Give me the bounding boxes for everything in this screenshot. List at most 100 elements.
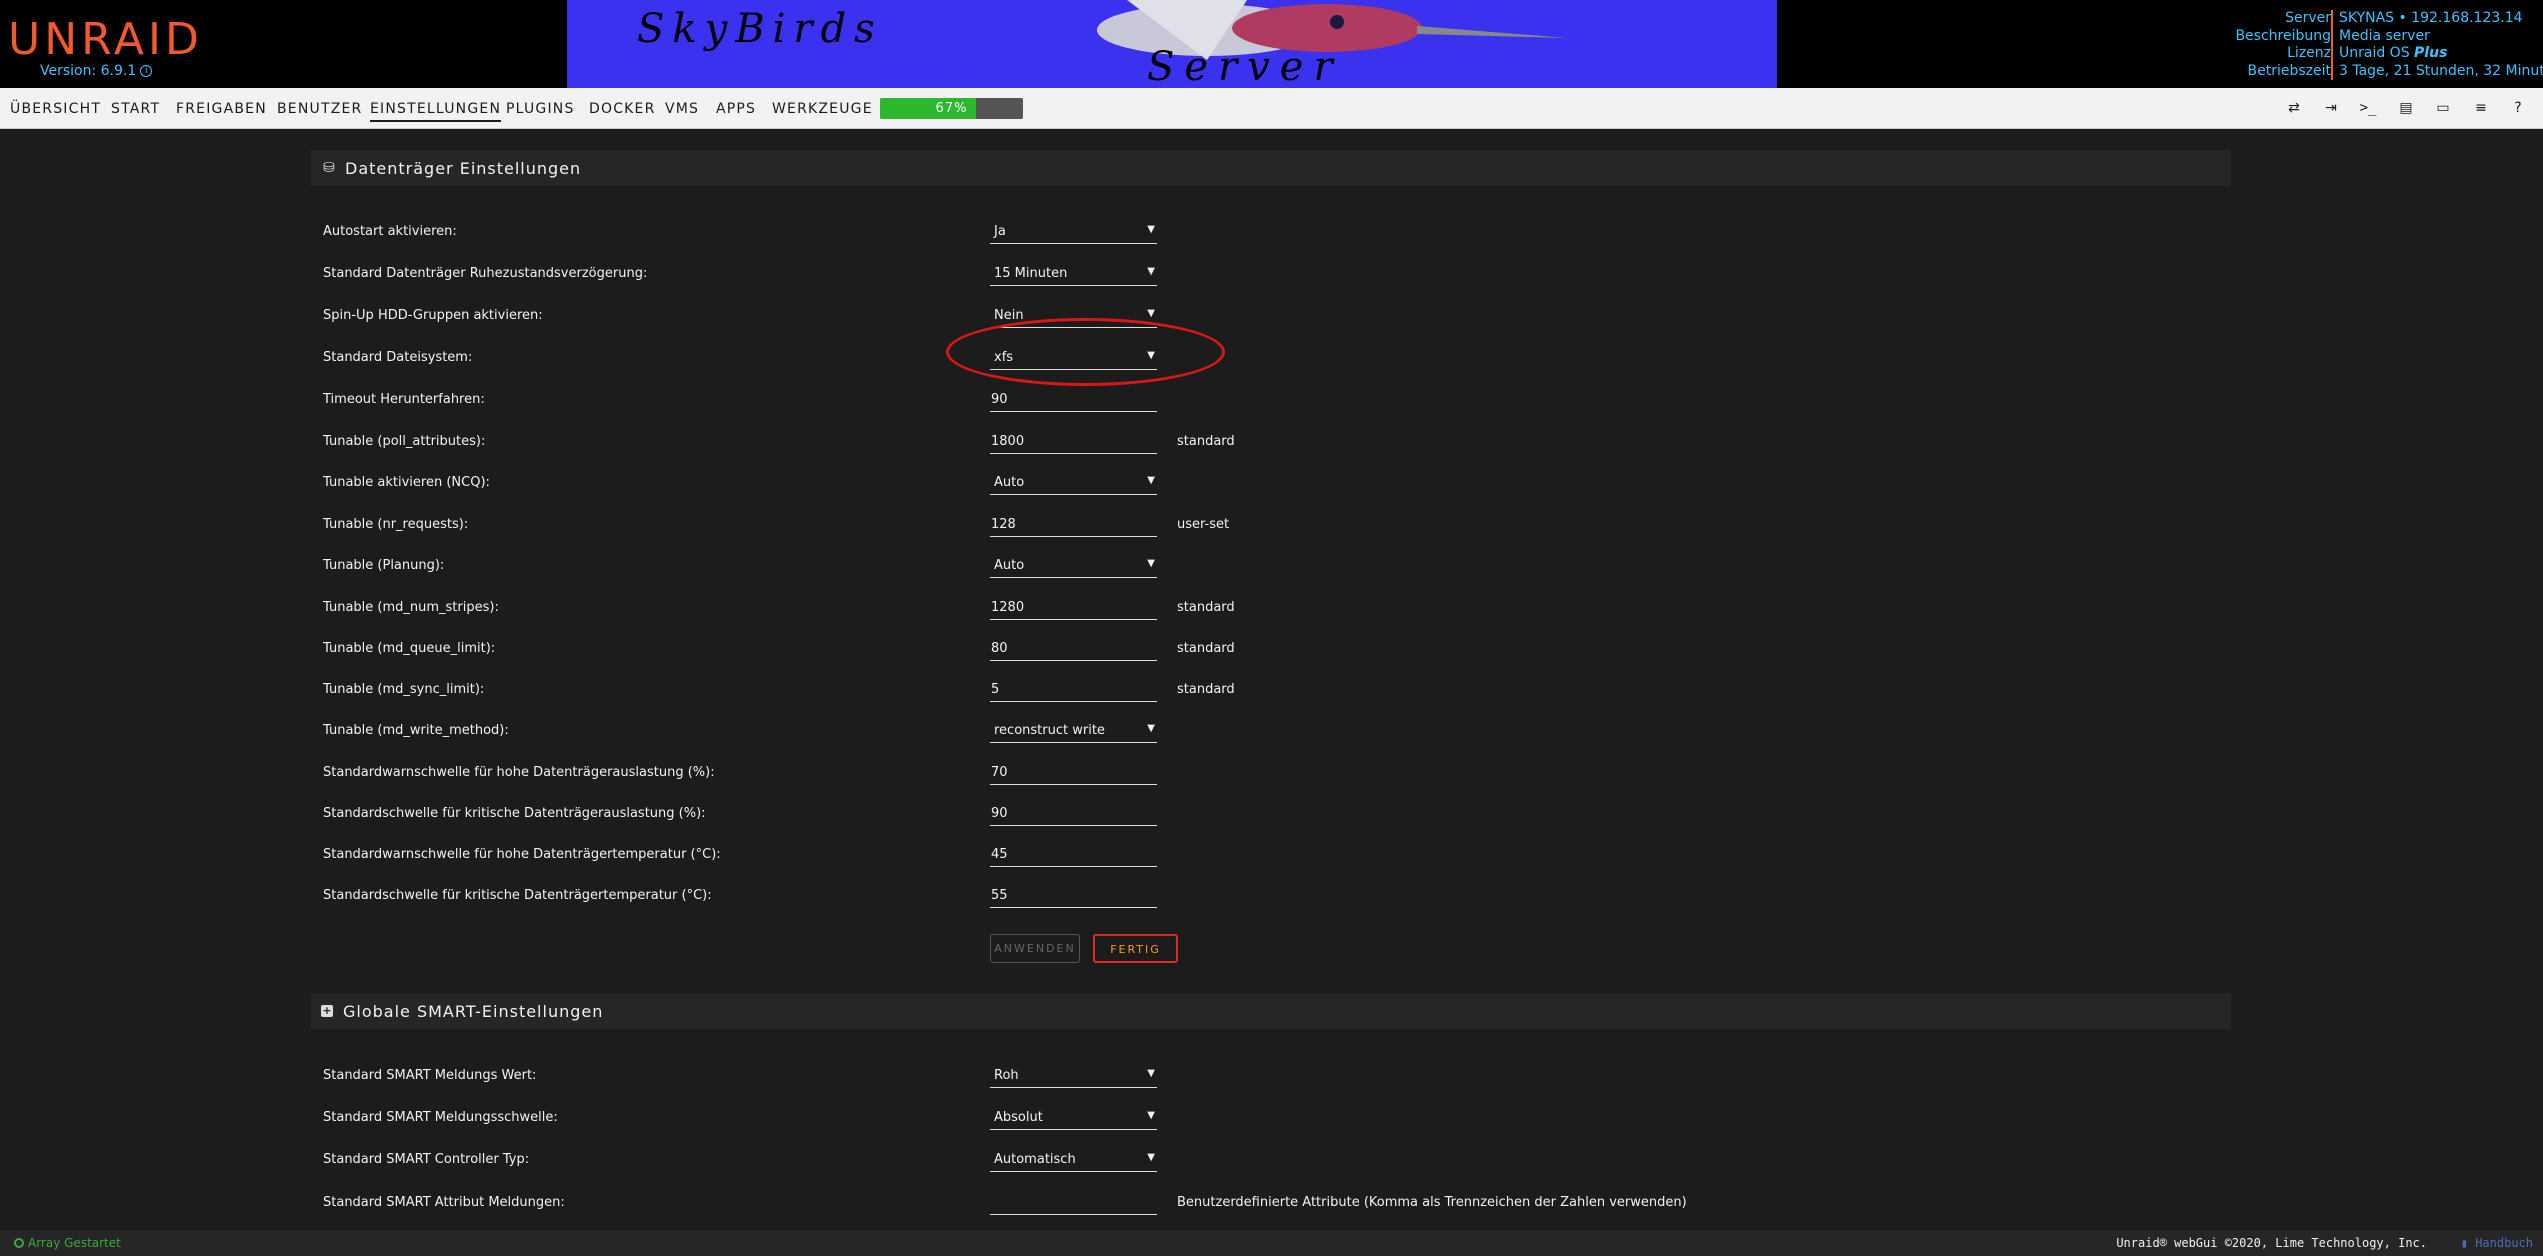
tab-vms[interactable]: VMS <box>665 101 699 117</box>
field-value: 1280 <box>991 600 1025 615</box>
tab-uebersicht[interactable]: ÜBERSICHT <box>10 101 101 117</box>
select-standard-smart-meldungsschwelle[interactable]: Absolut ▼ <box>990 1104 1157 1130</box>
select-standard-smart-controller-typ[interactable]: Automatisch ▼ <box>990 1146 1157 1172</box>
field-value: 1800 <box>991 434 1025 449</box>
field-value: Automatisch <box>994 1152 1076 1167</box>
dropdown-arrow-icon: ▼ <box>1147 350 1155 361</box>
dropdown-arrow-icon: ▼ <box>1147 1152 1155 1163</box>
array-status: Array Gestartet <box>14 1236 121 1250</box>
label-server: Server <box>2285 10 2331 26</box>
label-tunable-planung: Tunable (Planung): <box>323 558 445 573</box>
manual-label: Handbuch <box>2475 1236 2533 1250</box>
tab-freigaben[interactable]: FREIGABEN <box>176 101 267 117</box>
field-value: reconstruct write <box>994 723 1105 738</box>
input-timeout-herunterfahren[interactable]: 90 <box>990 386 1157 412</box>
note-tunable-md-num-stripes: standard <box>1177 600 1235 615</box>
plus-square-icon[interactable]: + <box>321 1005 333 1017</box>
done-button[interactable]: FERTIG <box>1093 934 1178 963</box>
label-tunable-poll-attributes: Tunable (poll_attributes): <box>323 434 486 449</box>
field-value: 70 <box>991 765 1008 780</box>
license-plan: Plus <box>2414 45 2448 61</box>
input-tunable-poll-attributes[interactable]: 1800 <box>990 428 1157 454</box>
tab-apps[interactable]: APPS <box>716 101 756 117</box>
field-value: 90 <box>991 806 1008 821</box>
input-tunable-nr-requests[interactable]: 128 <box>990 511 1157 537</box>
dropdown-arrow-icon: ▼ <box>1147 723 1155 734</box>
version-info[interactable]: Version: 6.9.1 i <box>40 63 153 79</box>
input-tunable-md-sync-limit[interactable]: 5 <box>990 676 1157 702</box>
hdd-icon: ⛁ <box>323 160 335 176</box>
logout-icon[interactable]: ⇥ <box>2321 98 2341 118</box>
note-tunable-md-queue-limit: standard <box>1177 641 1235 656</box>
banner-title-2: Server <box>1147 44 1343 88</box>
dropdown-arrow-icon: ▼ <box>1147 558 1155 569</box>
select-tunable-aktivieren-ncq[interactable]: Auto ▼ <box>990 469 1157 495</box>
tab-benutzer[interactable]: BENUTZER <box>277 101 363 117</box>
footer: Array Gestartet Unraid® webGui ©2020, Li… <box>0 1230 2543 1256</box>
field-value: 15 Minuten <box>994 266 1068 281</box>
license-prefix: Unraid OS <box>2339 45 2415 61</box>
server-description: Media server <box>2339 27 2430 44</box>
apply-button[interactable]: ANWENDEN <box>990 934 1080 963</box>
select-tunable-md-write-method[interactable]: reconstruct write ▼ <box>990 717 1157 743</box>
field-value: 55 <box>991 888 1008 903</box>
tab-docker[interactable]: DOCKER <box>589 101 656 117</box>
input-standardwarnschwelle-für-hohe-datenträge[interactable]: 70 <box>990 759 1157 785</box>
label-tunable-nr-requests: Tunable (nr_requests): <box>323 517 469 532</box>
input-standard-smart-attribut-meldungen[interactable] <box>990 1189 1157 1215</box>
terminal-icon[interactable]: >_ <box>2358 98 2378 118</box>
smart-settings-header[interactable]: + Globale SMART-Einstellungen <box>311 993 2231 1029</box>
cpu-load-label: 67% <box>935 101 968 116</box>
field-value: 45 <box>991 847 1008 862</box>
select-standard-datenträger-ruhezustandsverzöge[interactable]: 15 Minuten ▼ <box>990 260 1157 286</box>
license-info[interactable]: Unraid OS Plus <box>2339 45 2541 63</box>
label-standardwarnschwelle-für-hohe-datenträge: Standardwarnschwelle für hohe Datenträge… <box>323 765 715 780</box>
field-value: 128 <box>991 517 1016 532</box>
label-tunable-md-write-method: Tunable (md_write_method): <box>323 723 509 738</box>
select-spin-up-hdd-gruppen-aktivieren[interactable]: Nein ▼ <box>990 302 1157 328</box>
note-tunable-md-sync-limit: standard <box>1177 682 1235 697</box>
input-standardschwelle-für-kritische-datenträg[interactable]: 55 <box>990 882 1157 908</box>
server-info: Server Beschreibung Lizenz Betriebszeit … <box>2133 10 2543 82</box>
disk-settings-header: ⛁ Datenträger Einstellungen <box>311 150 2231 186</box>
tab-werkzeuge[interactable]: WERKZEUGE <box>772 101 873 117</box>
input-tunable-md-queue-limit[interactable]: 80 <box>990 635 1157 661</box>
banner-title-1: SkyBirds <box>637 6 883 52</box>
input-standardwarnschwelle-für-hohe-datenträge[interactable]: 45 <box>990 841 1157 867</box>
help-icon[interactable]: ? <box>2508 98 2528 118</box>
feedback-icon[interactable]: ▤ <box>2396 98 2416 118</box>
dropdown-arrow-icon: ▼ <box>1147 475 1155 486</box>
main-nav: ÜBERSICHT START FREIGABEN BENUTZER EINST… <box>0 88 2543 129</box>
header: UNRAID Version: 6.9.1 i SkyBirds Server S… <box>0 0 2543 88</box>
monitor-icon[interactable]: ▭ <box>2433 98 2453 118</box>
field-value: Ja <box>994 224 1006 239</box>
field-value: Auto <box>994 475 1025 490</box>
label-timeout-herunterfahren: Timeout Herunterfahren: <box>323 392 485 407</box>
manual-link[interactable]: ▮ Handbuch <box>2461 1236 2533 1250</box>
input-standardschwelle-für-kritische-datenträg[interactable]: 90 <box>990 800 1157 826</box>
input-tunable-md-num-stripes[interactable]: 1280 <box>990 594 1157 620</box>
note-standard-smart-attribut-meldungen: Benutzerdefinierte Attribute (Komma als … <box>1177 1195 1687 1210</box>
tab-plugins[interactable]: PLUGINS <box>506 101 575 117</box>
server-info-values: SKYNAS • 192.168.123.14 Media server Unr… <box>2331 10 2543 80</box>
smart-settings-title: Globale SMART-Einstellungen <box>343 1002 604 1021</box>
select-autostart-aktivieren[interactable]: Ja ▼ <box>990 218 1157 244</box>
tab-start[interactable]: START <box>111 101 160 117</box>
note-tunable-nr-requests: user-set <box>1177 517 1230 532</box>
server-name: SKYNAS • 192.168.123.14 <box>2339 10 2523 26</box>
label-description: Beschreibung <box>2235 27 2331 44</box>
select-tunable-planung[interactable]: Auto ▼ <box>990 552 1157 578</box>
unraid-logo[interactable]: UNRAID <box>8 14 203 65</box>
dropdown-arrow-icon: ▼ <box>1147 1068 1155 1079</box>
select-standard-smart-meldungs-wert[interactable]: Roh ▼ <box>990 1062 1157 1088</box>
dropdown-arrow-icon: ▼ <box>1147 224 1155 235</box>
select-standard-dateisystem[interactable]: xfs ▼ <box>990 344 1157 370</box>
field-value: Nein <box>994 308 1024 323</box>
uptime: 3 Tage, 21 Stunden, 32 Minuten <box>2339 62 2543 79</box>
swap-icon[interactable]: ⇄ <box>2284 98 2304 118</box>
info-icon[interactable]: i <box>140 65 153 77</box>
label-autostart-aktivieren: Autostart aktivieren: <box>323 224 457 239</box>
log-icon[interactable]: ≡ <box>2471 98 2491 118</box>
tab-einstellungen[interactable]: EINSTELLUNGEN <box>370 101 502 122</box>
label-standardwarnschwelle-für-hohe-datenträge: Standardwarnschwelle für hohe Datenträge… <box>323 847 721 862</box>
